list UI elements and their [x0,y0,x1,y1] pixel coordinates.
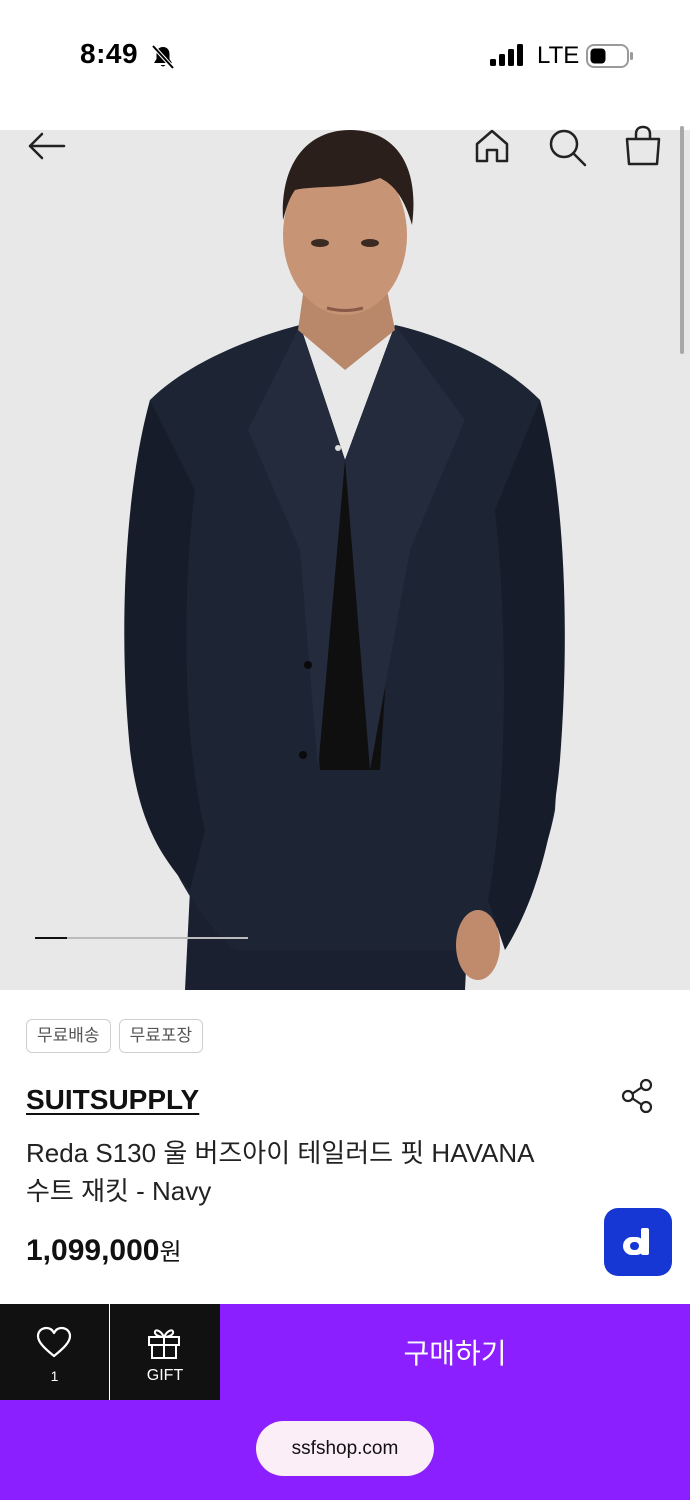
back-arrow-icon[interactable] [22,128,72,164]
product-image-carousel[interactable] [0,130,690,990]
gift-label: GIFT [146,1367,184,1384]
product-name-line1: Reda S130 울 버즈아이 테일러드 핏 HAVANA [26,1138,535,1168]
status-bar: 8:49 LTE [0,0,690,110]
share-icon[interactable] [620,1078,654,1114]
bell-slash-icon [151,44,175,70]
like-button[interactable]: 1 [0,1304,109,1400]
buy-now-button[interactable]: 구매하기 [220,1304,690,1400]
gallery-indicator-progress [35,937,67,939]
network-label: LTE [537,42,580,69]
price-value: 1,099,000 [26,1234,160,1267]
gift-icon [148,1329,180,1359]
badge-list: 무료배송 무료포장 [26,1019,204,1053]
free-shipping-badge: 무료배송 [26,1019,111,1053]
product-photo [0,130,690,990]
shopping-bag-icon[interactable] [622,124,664,168]
heart-icon [36,1326,72,1358]
gift-button[interactable]: GIFT [110,1304,220,1400]
browser-url-area: ssfshop.com [0,1400,690,1500]
d-logo-icon [623,1228,649,1255]
product-name: Reda S130 울 버즈아이 테일러드 핏 HAVANA 수트 재킷 - N… [26,1134,586,1210]
search-icon[interactable] [546,126,588,168]
bottom-action-bar: 1 GIFT 구매하기 [0,1304,690,1400]
price-unit: 원 [159,1239,182,1266]
free-gift-wrap-badge: 무료포장 [118,1019,204,1053]
page-scrollbar[interactable] [680,126,684,354]
product-price: 1,099,000원 [26,1232,182,1268]
brand-link[interactable]: SUITSUPPLY [26,1084,199,1116]
battery-icon [586,44,633,68]
home-icon[interactable] [472,126,512,166]
signal-icon [490,44,523,66]
gallery-indicator-track [35,937,248,939]
status-time: 8:49 [80,38,139,69]
product-name-line2: 수트 재킷 - Navy [26,1176,212,1206]
floating-d-button[interactable] [604,1208,672,1276]
like-count: 1 [50,1368,59,1384]
url-bar[interactable]: ssfshop.com [256,1421,434,1476]
